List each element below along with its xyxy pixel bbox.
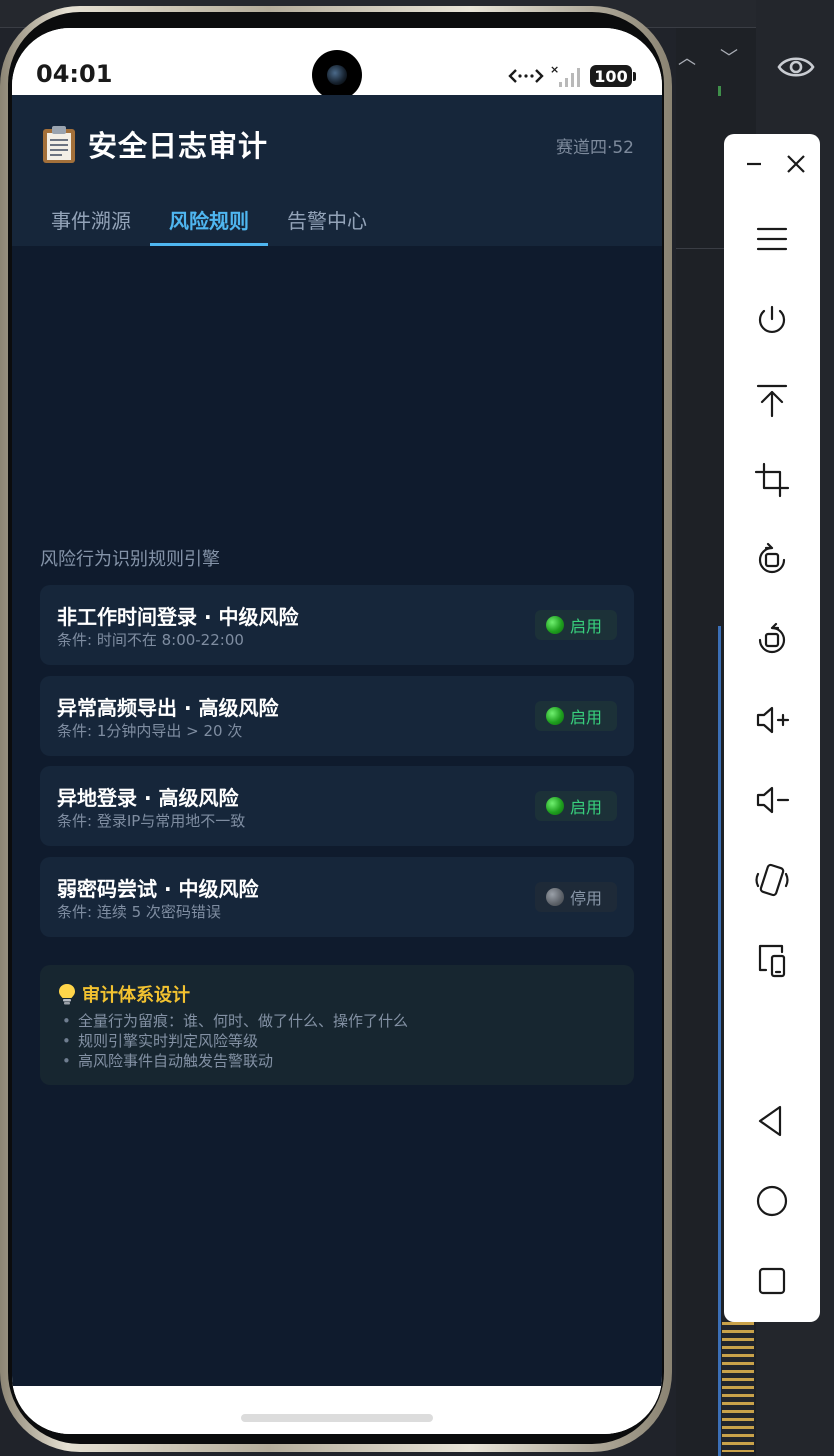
status-dot-icon: [546, 616, 564, 634]
tab-risk-rules[interactable]: 风险规则: [150, 195, 268, 246]
tab-alert-center[interactable]: 告警中心: [268, 195, 386, 246]
chevron-down-icon[interactable]: ﹀: [720, 44, 738, 70]
rule-toggle[interactable]: 停用: [535, 882, 617, 912]
menu-icon[interactable]: [746, 216, 798, 262]
tab-bar: 事件溯源 风险规则 告警中心: [32, 195, 386, 246]
chevron-up-icon[interactable]: ︿: [678, 44, 696, 70]
rule-title: 异地登录 · 高级风险: [57, 786, 239, 810]
info-card: 审计体系设计 全量行为留痕：谁、何时、做了什么、操作了什么 规则引擎实时判定风险…: [40, 965, 634, 1085]
overview-icon[interactable]: [746, 1258, 798, 1304]
rule-condition: 条件: 登录IP与常用地不一致: [57, 812, 246, 830]
rule-condition: 条件: 时间不在 8:00-22:00: [57, 631, 244, 649]
status-dot-icon: [546, 707, 564, 725]
lane-tag: 赛道四·52: [555, 138, 634, 158]
rule-card[interactable]: 异地登录 · 高级风险 条件: 登录IP与常用地不一致 启用: [40, 766, 634, 846]
shake-icon[interactable]: [746, 857, 798, 903]
page-title: 安全日志审计: [88, 129, 269, 163]
no-signal-icon: ×: [550, 64, 580, 87]
info-list: 全量行为留痕：谁、何时、做了什么、操作了什么 规则引擎实时判定风险等级 高风险事…: [62, 1011, 408, 1071]
lightbulb-icon: [59, 984, 75, 1005]
gesture-bar: [12, 1386, 662, 1434]
rule-card[interactable]: 非工作时间登录 · 中级风险 条件: 时间不在 8:00-22:00 启用: [40, 585, 634, 665]
section-label: 风险行为识别规则引擎: [40, 549, 220, 570]
decorative-stripes: [722, 1322, 754, 1452]
phone-screen: 04:01 × 100 安全日志审计 赛道四·52 事件溯源 风险规则 告警中心…: [12, 28, 662, 1434]
toggle-label: 启用: [570, 798, 603, 817]
list-item: 高风险事件自动触发告警联动: [62, 1051, 408, 1071]
rule-title: 异常高频导出 · 高级风险: [57, 696, 279, 720]
tab-event-trace[interactable]: 事件溯源: [32, 195, 150, 246]
rotate-right-icon[interactable]: [746, 617, 798, 663]
rule-card[interactable]: 异常高频导出 · 高级风险 条件: 1分钟内导出 > 20 次 启用: [40, 676, 634, 756]
minimize-icon[interactable]: [736, 146, 772, 182]
close-icon[interactable]: [778, 146, 814, 182]
toggle-label: 停用: [570, 889, 603, 908]
front-camera: [312, 50, 362, 100]
status-time: 04:01: [36, 60, 113, 88]
svg-text:×: ×: [550, 64, 559, 76]
rule-toggle[interactable]: 启用: [535, 791, 617, 821]
rule-toggle[interactable]: 启用: [535, 610, 617, 640]
power-icon[interactable]: [746, 298, 798, 344]
back-icon[interactable]: [746, 1098, 798, 1144]
crop-icon[interactable]: [746, 457, 798, 503]
volume-down-icon[interactable]: [746, 777, 798, 823]
multi-display-icon[interactable]: [746, 937, 798, 983]
status-bar: 04:01 × 100: [12, 28, 662, 100]
data-transfer-icon: [508, 69, 544, 83]
clipboard-icon: [43, 126, 75, 163]
eye-icon[interactable]: [776, 52, 816, 82]
toggle-label: 启用: [570, 617, 603, 636]
app-root: 安全日志审计 赛道四·52 事件溯源 风险规则 告警中心 风险行为识别规则引擎 …: [12, 95, 662, 1386]
status-dot-icon: [546, 888, 564, 906]
rule-condition: 条件: 1分钟内导出 > 20 次: [57, 722, 243, 740]
status-dot-icon: [546, 797, 564, 815]
list-item: 全量行为留痕：谁、何时、做了什么、操作了什么: [62, 1011, 408, 1031]
info-title: 审计体系设计: [58, 981, 190, 1007]
rule-toggle[interactable]: 启用: [535, 701, 617, 731]
rule-title: 非工作时间登录 · 中级风险: [57, 605, 299, 629]
app-header: 安全日志审计 赛道四·52 事件溯源 风险规则 告警中心: [12, 95, 662, 246]
scroll-indicator: [718, 626, 721, 1456]
home-icon[interactable]: [746, 1178, 798, 1224]
pin-top-icon[interactable]: [746, 377, 798, 423]
battery-icon: 100: [590, 65, 632, 87]
emulator-toolbar: [724, 134, 820, 1322]
battery-tip: [633, 71, 636, 81]
rule-condition: 条件: 连续 5 次密码错误: [57, 903, 221, 921]
rule-card[interactable]: 弱密码尝试 · 中级风险 条件: 连续 5 次密码错误 停用: [40, 857, 634, 937]
rotate-left-icon[interactable]: [746, 537, 798, 583]
list-item: 规则引擎实时判定风险等级: [62, 1031, 408, 1051]
rule-title: 弱密码尝试 · 中级风险: [57, 877, 259, 901]
status-marker: [718, 86, 721, 96]
info-title-text: 审计体系设计: [82, 985, 190, 1006]
status-icons: × 100: [508, 64, 636, 88]
home-indicator[interactable]: [241, 1414, 433, 1422]
title-row: 安全日志审计: [40, 123, 268, 165]
volume-up-icon[interactable]: [746, 697, 798, 743]
toggle-label: 启用: [570, 708, 603, 727]
